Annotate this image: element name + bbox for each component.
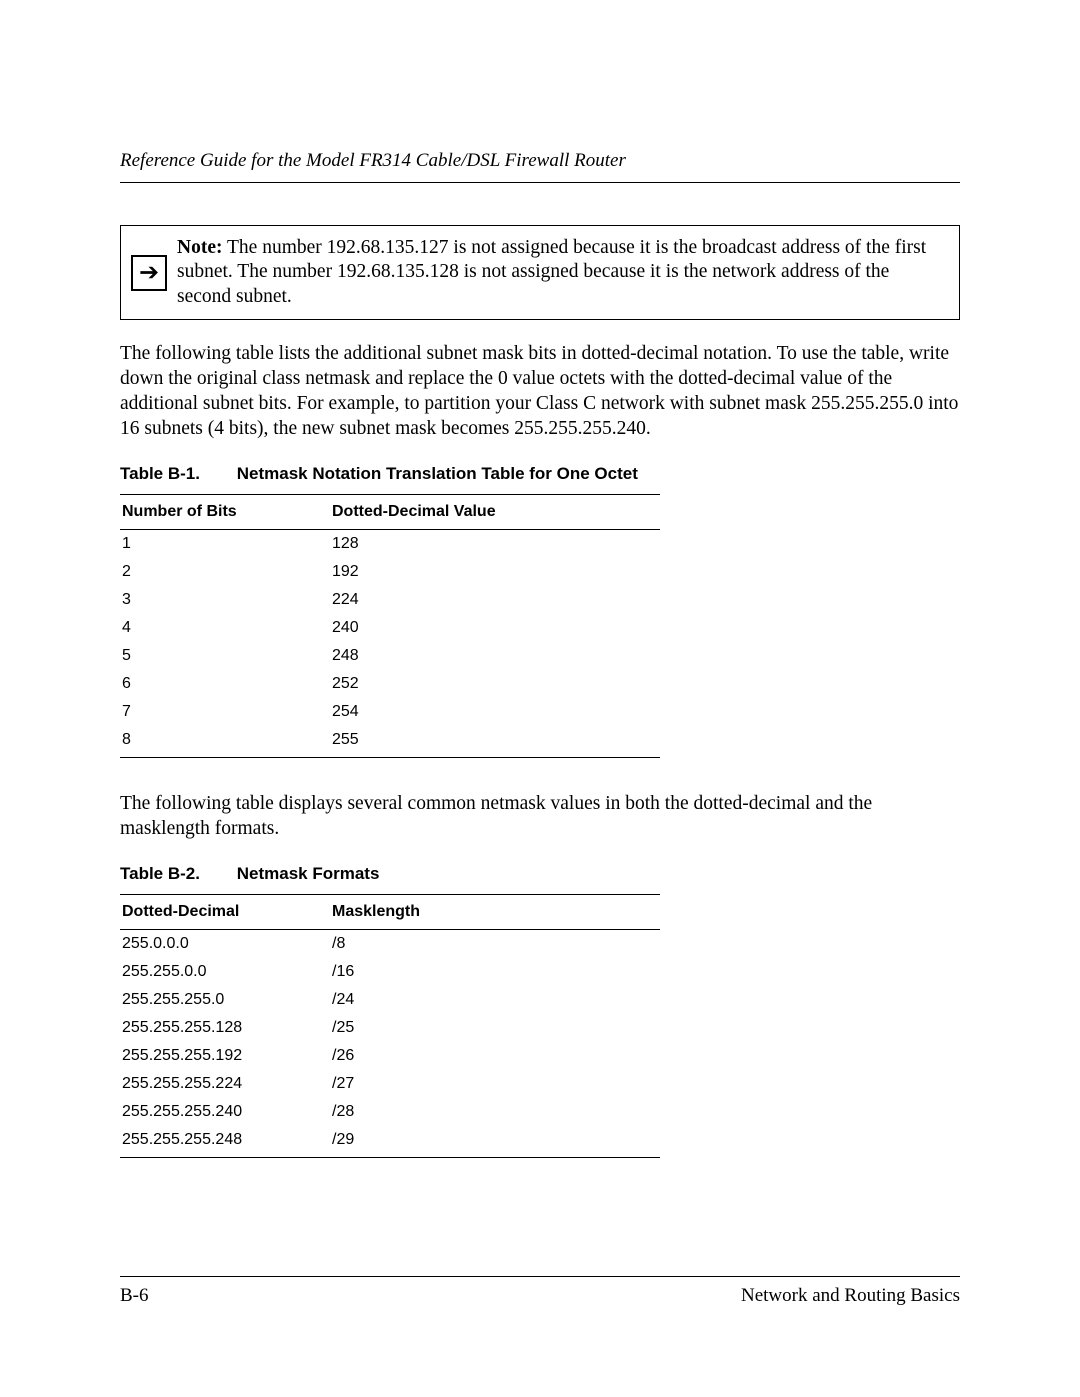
table-row: 8255: [120, 726, 660, 758]
table-row: 255.255.255.192/26: [120, 1042, 660, 1070]
table2-caption-title: Netmask Formats: [237, 864, 380, 883]
table2-caption-number: Table B-2.: [120, 864, 232, 884]
cell-mask: /27: [330, 1070, 660, 1098]
cell-mask: /28: [330, 1098, 660, 1126]
table-row: 255.255.0.0/16: [120, 958, 660, 986]
running-header: Reference Guide for the Model FR314 Cabl…: [120, 150, 960, 183]
cell-value: 248: [330, 642, 660, 670]
cell-bits: 1: [120, 529, 330, 558]
table-row: 6252: [120, 670, 660, 698]
note-body: The number 192.68.135.127 is not assigne…: [177, 237, 926, 307]
cell-mask: /26: [330, 1042, 660, 1070]
section-title: Network and Routing Basics: [741, 1285, 960, 1307]
cell-value: 255: [330, 726, 660, 758]
cell-dotted: 255.255.255.192: [120, 1042, 330, 1070]
note-icon-wrap: ➔: [127, 232, 177, 313]
table1-header-row: Number of Bits Dotted-Decimal Value: [120, 494, 660, 529]
table-row: 255.255.255.240/28: [120, 1098, 660, 1126]
table-row: 2192: [120, 558, 660, 586]
table1-caption-title: Netmask Notation Translation Table for O…: [237, 464, 638, 483]
cell-bits: 8: [120, 726, 330, 758]
table-row: 5248: [120, 642, 660, 670]
table-row: 255.255.255.248/29: [120, 1126, 660, 1158]
table2-header-row: Dotted-Decimal Masklength: [120, 894, 660, 929]
table2-header-dotted: Dotted-Decimal: [120, 894, 330, 929]
cell-bits: 7: [120, 698, 330, 726]
cell-dotted: 255.255.255.224: [120, 1070, 330, 1098]
table-row: 1128: [120, 529, 660, 558]
cell-bits: 4: [120, 614, 330, 642]
table1-header-bits: Number of Bits: [120, 494, 330, 529]
cell-dotted: 255.255.255.0: [120, 986, 330, 1014]
table1-caption-number: Table B-1.: [120, 464, 232, 484]
page-footer: B-6 Network and Routing Basics: [120, 1276, 960, 1307]
table-netmask-formats: Dotted-Decimal Masklength 255.0.0.0/8 25…: [120, 894, 660, 1158]
table-row: 255.255.255.224/27: [120, 1070, 660, 1098]
cell-value: 224: [330, 586, 660, 614]
cell-value: 192: [330, 558, 660, 586]
table-row: 255.0.0.0/8: [120, 929, 660, 958]
cell-bits: 3: [120, 586, 330, 614]
document-page: Reference Guide for the Model FR314 Cabl…: [0, 0, 1080, 1397]
cell-bits: 6: [120, 670, 330, 698]
cell-bits: 2: [120, 558, 330, 586]
table-row: 3224: [120, 586, 660, 614]
note-box: ➔ Note: The number 192.68.135.127 is not…: [120, 225, 960, 320]
table2-header-masklength: Masklength: [330, 894, 660, 929]
cell-mask: /24: [330, 986, 660, 1014]
cell-dotted: 255.255.255.240: [120, 1098, 330, 1126]
page-number: B-6: [120, 1285, 149, 1307]
cell-mask: /8: [330, 929, 660, 958]
cell-dotted: 255.255.255.128: [120, 1014, 330, 1042]
cell-dotted: 255.255.0.0: [120, 958, 330, 986]
table1-header-value: Dotted-Decimal Value: [330, 494, 660, 529]
paragraph-intro-table2: The following table displays several com…: [120, 792, 960, 842]
table1-body: 1128 2192 3224 4240 5248 6252 7254 8255: [120, 529, 660, 757]
paragraph-intro-table1: The following table lists the additional…: [120, 342, 960, 442]
cell-value: 240: [330, 614, 660, 642]
note-label: Note:: [177, 237, 222, 258]
table-netmask-notation: Number of Bits Dotted-Decimal Value 1128…: [120, 494, 660, 758]
table2-caption: Table B-2. Netmask Formats: [120, 864, 960, 884]
cell-mask: /29: [330, 1126, 660, 1158]
table-row: 255.255.255.128/25: [120, 1014, 660, 1042]
cell-mask: /25: [330, 1014, 660, 1042]
table2-body: 255.0.0.0/8 255.255.0.0/16 255.255.255.0…: [120, 929, 660, 1157]
cell-dotted: 255.0.0.0: [120, 929, 330, 958]
cell-value: 252: [330, 670, 660, 698]
cell-value: 254: [330, 698, 660, 726]
note-text: Note: The number 192.68.135.127 is not a…: [177, 232, 953, 313]
table-row: 4240: [120, 614, 660, 642]
cell-dotted: 255.255.255.248: [120, 1126, 330, 1158]
table-row: 255.255.255.0/24: [120, 986, 660, 1014]
table-row: 7254: [120, 698, 660, 726]
cell-mask: /16: [330, 958, 660, 986]
arrow-right-icon: ➔: [131, 255, 167, 291]
cell-value: 128: [330, 529, 660, 558]
cell-bits: 5: [120, 642, 330, 670]
table1-caption: Table B-1. Netmask Notation Translation …: [120, 464, 960, 484]
